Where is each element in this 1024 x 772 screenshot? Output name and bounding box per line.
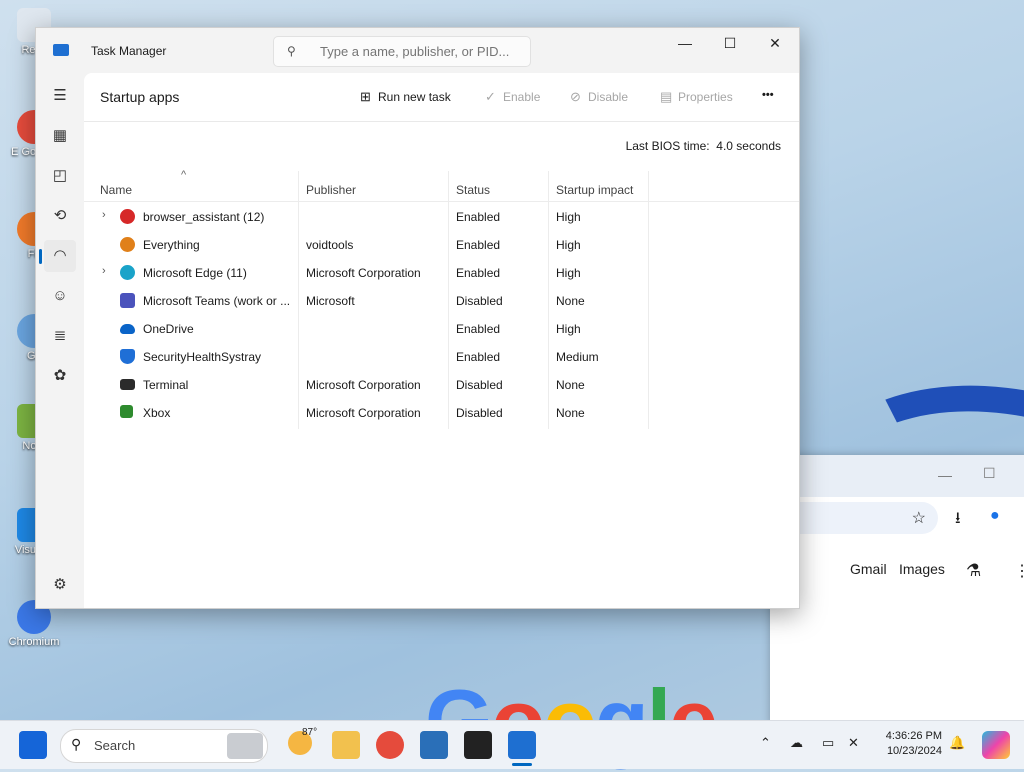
disable-button[interactable]: ⊘ Disable bbox=[570, 89, 628, 105]
sidebar: ☰ ▦ ◰ ⟲ ◠ ☺ ≣ ✿ ⚙ bbox=[36, 73, 84, 608]
notepad-icon[interactable] bbox=[420, 731, 448, 759]
everything-icon bbox=[120, 237, 135, 252]
table-row[interactable]: Microsoft Teams (work or ... Microsoft D… bbox=[84, 287, 799, 315]
table-row[interactable]: OneDrive Enabled High bbox=[84, 315, 799, 343]
column-header-publisher[interactable]: Publisher bbox=[306, 183, 356, 197]
search-input[interactable] bbox=[318, 43, 522, 60]
expand-chevron-icon[interactable]: › bbox=[102, 265, 106, 277]
browser-titlebar: — ☐ bbox=[770, 455, 1024, 497]
header-divider bbox=[84, 201, 799, 202]
column-header-startup-impact[interactable]: Startup impact bbox=[556, 183, 633, 197]
title-bar: Task Manager ⚲ — ☐ ✕ bbox=[36, 28, 799, 73]
enable-button[interactable]: ✓ Enable bbox=[485, 89, 540, 105]
details-icon[interactable]: ≣ bbox=[44, 320, 76, 352]
browser-maximize-icon[interactable]: ☐ bbox=[983, 465, 996, 482]
table-row[interactable]: Terminal Microsoft Corporation Disabled … bbox=[84, 371, 799, 399]
table-row[interactable]: › Microsoft Edge (11) Microsoft Corporat… bbox=[84, 259, 799, 287]
file-explorer-icon[interactable] bbox=[332, 731, 360, 759]
settings-icon[interactable]: ⚙ bbox=[44, 569, 76, 601]
search-icon: ⚲ bbox=[287, 44, 296, 58]
block-icon: ⊘ bbox=[570, 89, 581, 104]
task-manager-window[interactable]: Task Manager ⚲ — ☐ ✕ ☰ ▦ ◰ ⟲ ◠ ☺ ≣ ✿ ⚙ S… bbox=[35, 27, 800, 609]
bios-time: Last BIOS time: 4.0 seconds bbox=[625, 139, 781, 153]
monitor-icon[interactable]: ▭ bbox=[822, 735, 834, 751]
bookmark-star-icon[interactable]: ☆ bbox=[912, 508, 926, 528]
run-new-task-button[interactable]: ⊞ Run new task bbox=[360, 89, 451, 105]
browser-minimize-icon[interactable]: — bbox=[938, 467, 952, 483]
edge-icon bbox=[120, 265, 135, 280]
startup-apps-icon[interactable]: ◠ bbox=[39, 240, 76, 272]
table-row[interactable]: Xbox Microsoft Corporation Disabled None bbox=[84, 399, 799, 427]
properties-button[interactable]: ▤ Properties bbox=[660, 89, 733, 105]
minimize-button[interactable]: — bbox=[662, 28, 708, 58]
startup-apps-page: Startup apps ⊞ Run new task ✓ Enable ⊘ Disa… bbox=[84, 73, 799, 608]
onedrive-icon bbox=[120, 324, 135, 334]
profile-icon[interactable]: ● bbox=[990, 507, 1000, 525]
download-icon[interactable]: ⭳ bbox=[955, 507, 961, 534]
window-title: Task Manager bbox=[91, 44, 167, 58]
apps-grid-icon[interactable]: ⋮ bbox=[1014, 561, 1024, 581]
xbox-icon bbox=[120, 405, 133, 418]
browser-window[interactable]: — ☐ ☆ ⭳ ● Gmail Images ⚗ ⋮ bbox=[770, 455, 1024, 725]
copilot-icon[interactable] bbox=[982, 731, 1010, 759]
services-icon[interactable]: ✿ bbox=[44, 360, 76, 392]
taskbar-search[interactable]: ⚲ Search bbox=[60, 729, 268, 763]
gmail-link[interactable]: Gmail bbox=[850, 561, 887, 577]
shield-icon bbox=[120, 349, 135, 364]
show-hidden-icons-chevron-icon[interactable]: ⌃ bbox=[760, 735, 771, 751]
images-link[interactable]: Images bbox=[899, 561, 945, 577]
cloud-icon[interactable]: ☁ bbox=[790, 735, 803, 751]
app-history-icon[interactable]: ⟲ bbox=[44, 200, 76, 232]
page-title: Startup apps bbox=[100, 89, 180, 105]
start-windows-icon[interactable] bbox=[19, 731, 47, 759]
opera-icon bbox=[120, 209, 135, 224]
checkmark-icon: ✓ bbox=[485, 89, 496, 104]
active-app-indicator bbox=[512, 763, 532, 766]
users-icon[interactable]: ☺ bbox=[44, 280, 76, 312]
taskbar: ⚲ Search 87° ⌃ ☁ ▭ ✕ 4:36:26 PM 10/23/20… bbox=[0, 720, 1024, 769]
properties-icon: ▤ bbox=[660, 89, 673, 104]
search-box[interactable]: ⚲ bbox=[273, 36, 531, 67]
expand-chevron-icon[interactable]: › bbox=[102, 209, 106, 221]
processes-icon[interactable]: ▦ bbox=[44, 120, 76, 152]
maximize-button[interactable]: ☐ bbox=[707, 28, 753, 58]
sort-ascending-icon: ^ bbox=[181, 169, 187, 181]
app-icon[interactable] bbox=[464, 731, 492, 759]
chrome-icon[interactable] bbox=[376, 731, 404, 759]
performance-icon[interactable]: ◰ bbox=[44, 160, 76, 192]
clock[interactable]: 4:36:26 PM 10/23/2024 bbox=[886, 729, 942, 759]
column-header-status[interactable]: Status bbox=[456, 183, 490, 197]
labs-icon[interactable]: ⚗ bbox=[966, 561, 981, 581]
search-icon: ⚲ bbox=[71, 736, 82, 752]
teams-icon bbox=[120, 293, 135, 308]
hamburger-menu-icon[interactable]: ☰ bbox=[44, 80, 76, 112]
table-row[interactable]: SecurityHealthSystray Enabled Medium bbox=[84, 343, 799, 371]
task-manager-taskbar-icon[interactable] bbox=[508, 731, 536, 759]
table-row[interactable]: Everything voidtools Enabled High bbox=[84, 231, 799, 259]
weather-temperature: 87° bbox=[302, 727, 318, 738]
toolbar-divider bbox=[84, 121, 799, 122]
notification-bell-icon[interactable]: 🔔 bbox=[949, 735, 965, 751]
search-highlight-image bbox=[227, 733, 263, 759]
table-row[interactable]: › browser_assistant (12) Enabled High bbox=[84, 203, 799, 231]
task-manager-app-icon bbox=[53, 44, 69, 56]
close-button[interactable]: ✕ bbox=[752, 28, 798, 58]
column-header-name[interactable]: Name bbox=[100, 183, 132, 197]
more-options-button[interactable]: ••• bbox=[762, 89, 774, 101]
terminal-icon bbox=[120, 379, 135, 390]
run-task-icon: ⊞ bbox=[360, 89, 371, 104]
volume-muted-icon[interactable]: ✕ bbox=[848, 735, 859, 751]
